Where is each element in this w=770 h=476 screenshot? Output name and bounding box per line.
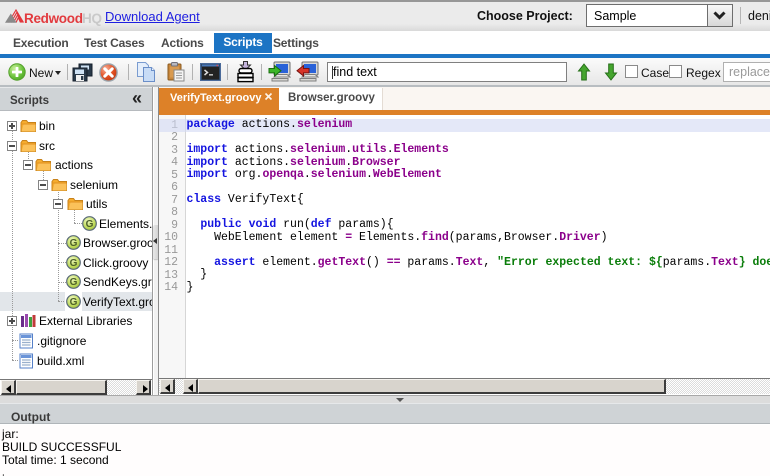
- svg-text:Redwood: Redwood: [24, 11, 83, 26]
- svg-text:HQ: HQ: [82, 11, 102, 26]
